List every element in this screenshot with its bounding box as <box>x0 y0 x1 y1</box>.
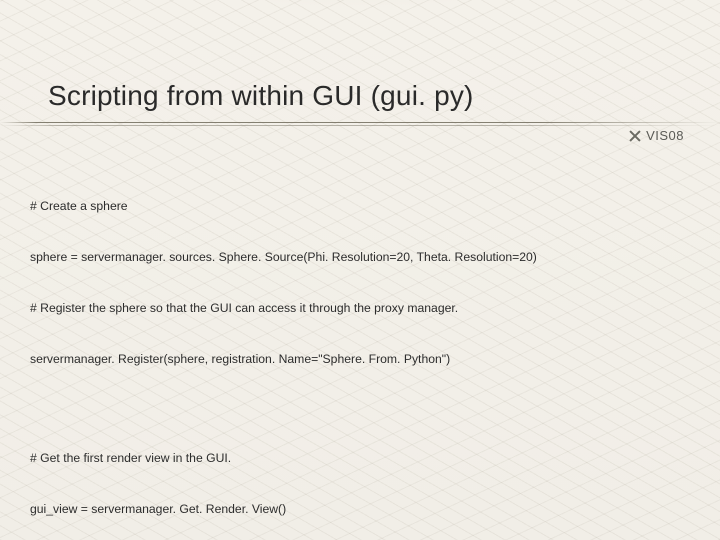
vis-cross-icon <box>628 129 642 143</box>
slide-title: Scripting from within GUI (gui. py) <box>48 80 474 112</box>
slide-container: Scripting from within GUI (gui. py) VIS0… <box>0 0 720 540</box>
code-line: # Get the first render view in the GUI. <box>30 450 690 467</box>
title-underline <box>0 122 720 130</box>
code-block-1: # Create a sphere sphere = servermanager… <box>30 164 690 402</box>
code-line: # Create a sphere <box>30 198 690 215</box>
slide-body: # Create a sphere sphere = servermanager… <box>30 164 690 540</box>
code-line: servermanager. Register(sphere, registra… <box>30 351 690 368</box>
logo-text: VIS08 <box>646 128 684 143</box>
code-line: gui_view = servermanager. Get. Render. V… <box>30 501 690 518</box>
code-line: # Register the sphere so that the GUI ca… <box>30 300 690 317</box>
code-line: sphere = servermanager. sources. Sphere.… <box>30 249 690 266</box>
code-block-2: # Get the first render view in the GUI. … <box>30 416 690 540</box>
vis08-logo: VIS08 <box>628 128 684 143</box>
